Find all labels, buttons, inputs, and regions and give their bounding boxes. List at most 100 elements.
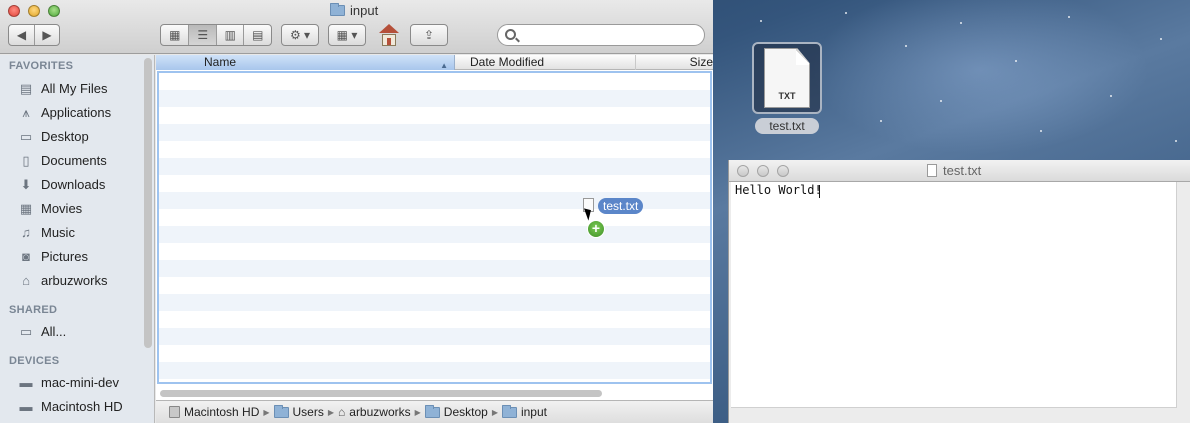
sidebar-item-label: arbuzworks	[41, 272, 108, 288]
home-icon: ⌂	[22, 272, 30, 288]
back-button[interactable]: ◀	[9, 25, 34, 45]
column-header-name[interactable]: Name ▲	[156, 55, 455, 70]
desktop-file-icon[interactable]: TXT test.txt	[752, 42, 822, 134]
column-header-date-modified[interactable]: Date Modified	[456, 55, 636, 70]
disk-icon: ▬	[19, 374, 33, 390]
list-view-button[interactable]: ☰	[188, 25, 216, 45]
path-item-label: arbuzworks	[349, 405, 411, 419]
sidebar-item-label: Movies	[41, 200, 83, 216]
path-item-users[interactable]: Users	[273, 404, 324, 419]
desktop-file-label: test.txt	[755, 118, 819, 134]
action-menu-button[interactable]: ⚙ ▾	[281, 24, 319, 46]
file-list-drop-target[interactable]	[157, 71, 712, 384]
movies-icon: ▦	[19, 200, 33, 216]
sidebar-heading-devices: DEVICES	[9, 355, 60, 367]
sidebar-scrollbar[interactable]	[144, 58, 152, 348]
minimize-button[interactable]	[28, 5, 40, 17]
folder-icon	[424, 404, 440, 418]
sidebar-item-arbuzworks[interactable]: ⌂ arbuzworks	[0, 269, 145, 291]
hard-drive-icon: ▬	[19, 398, 33, 414]
path-item-input[interactable]: input	[501, 404, 547, 419]
folder-icon	[501, 404, 517, 418]
drag-file-label: test.txt	[598, 198, 644, 214]
arrange-icon: ▦ ▾	[336, 28, 358, 42]
sidebar-item-movies[interactable]: ▦ Movies	[0, 197, 145, 219]
path-item-macintosh-hd[interactable]: Macintosh HD	[169, 405, 259, 419]
file-list-area: Name ▲ Date Modified Size Macintosh HD ▶…	[156, 55, 713, 423]
zoom-button[interactable]	[48, 5, 60, 17]
columns-icon: ▥	[224, 28, 236, 42]
chevron-right-icon: ▶	[263, 407, 270, 417]
sidebar-item-mac-mini-dev[interactable]: ▬ mac-mini-dev	[0, 371, 145, 393]
text-caret	[819, 185, 820, 198]
sidebar-item-label: Pictures	[41, 248, 88, 264]
arrange-menu-button[interactable]: ▦ ▾	[328, 24, 366, 46]
sidebar-item-all-my-files[interactable]: ▤ All My Files	[0, 77, 145, 99]
close-button[interactable]	[8, 5, 20, 17]
sidebar-item-shared-all[interactable]: ▭ All...	[0, 320, 145, 342]
window-title: input	[330, 3, 378, 18]
search-icon	[505, 29, 516, 40]
path-item-label: Desktop	[443, 405, 488, 419]
sidebar-item-label: Applications	[41, 104, 112, 120]
sidebar-item-label: Documents	[41, 152, 107, 168]
sidebar-item-label: All...	[41, 323, 67, 339]
column-header-size[interactable]: Size	[637, 55, 713, 70]
desktop-icon: ▭	[19, 128, 33, 144]
path-bar: Macintosh HD ▶ Users ▶ ⌂ arbuzworks ▶ De…	[156, 400, 713, 423]
column-header-date-label: Date Modified	[470, 55, 545, 69]
finder-sidebar: FAVORITES ▤ All My Files ⩚ Applications …	[0, 55, 155, 423]
sidebar-item-music[interactable]: ♫ Music	[0, 221, 145, 243]
pictures-icon: ◙	[22, 248, 30, 264]
share-button[interactable]: ⇪	[410, 24, 448, 46]
textedit-title: test.txt	[927, 163, 981, 178]
chevron-right-icon: ▶	[414, 407, 421, 417]
path-item-label: Macintosh HD	[184, 405, 260, 419]
textedit-window: test.txt Hello World!	[728, 160, 1190, 423]
back-forward-control: ◀ ▶	[8, 24, 60, 46]
list-icon: ☰	[197, 28, 209, 42]
horizontal-scrollbar[interactable]	[160, 390, 602, 397]
window-title-label: input	[350, 3, 379, 18]
forward-button[interactable]: ▶	[33, 25, 59, 45]
music-icon: ♫	[21, 224, 31, 240]
minimize-button[interactable]	[757, 165, 769, 177]
sidebar-heading-favorites: FAVORITES	[9, 60, 74, 72]
cover-flow-icon: ▤	[252, 28, 264, 42]
sidebar-item-desktop[interactable]: ▭ Desktop	[0, 125, 145, 147]
sidebar-item-pictures[interactable]: ◙ Pictures	[0, 245, 145, 267]
home-icon	[382, 34, 396, 46]
search-input[interactable]	[522, 27, 698, 43]
sidebar-item-downloads[interactable]: ⬇ Downloads	[0, 173, 145, 195]
home-icon: ⌂	[338, 405, 346, 419]
path-item-arbuzworks[interactable]: ⌂ arbuzworks	[338, 405, 411, 419]
sidebar-item-macintosh-hd[interactable]: ▬ Macintosh HD	[0, 395, 145, 417]
sidebar-item-label: Macintosh HD	[41, 398, 123, 414]
cover-flow-button[interactable]: ▤	[243, 25, 271, 45]
column-view-button[interactable]: ▥	[215, 25, 244, 45]
applications-icon: ⩚	[22, 104, 30, 120]
sidebar-item-label: All My Files	[41, 80, 108, 96]
search-field[interactable]	[497, 24, 705, 46]
path-item-desktop[interactable]: Desktop	[424, 404, 488, 419]
sidebar-item-documents[interactable]: ▯ Documents	[0, 149, 145, 171]
textedit-title-label: test.txt	[943, 163, 982, 178]
file-type-label: TXT	[778, 91, 796, 101]
sidebar-item-label: mac-mini-dev	[41, 374, 120, 390]
document-text: Hello World!	[735, 183, 822, 197]
close-button[interactable]	[737, 165, 749, 177]
back-arrow-icon: ◀	[16, 28, 27, 42]
chevron-right-icon: ▶	[491, 407, 498, 417]
zoom-button[interactable]	[777, 165, 789, 177]
txt-file-icon: TXT	[752, 42, 822, 114]
sidebar-item-applications[interactable]: ⩚ Applications	[0, 101, 145, 123]
text-editor-area[interactable]: Hello World!	[731, 182, 1177, 408]
finder-toolbar: input ◀ ▶ ▦ ☰ ▥ ▤ ⚙ ▾ ▦ ▾ ⇪	[0, 0, 713, 54]
folder-icon	[273, 404, 289, 418]
path-item-label: Users	[292, 405, 324, 419]
home-toolbar-button[interactable]	[378, 24, 400, 46]
sidebar-heading-shared: SHARED	[9, 304, 58, 316]
icon-view-button[interactable]: ▦	[161, 25, 188, 45]
gear-icon: ⚙ ▾	[289, 28, 311, 42]
column-header-size-label: Size	[689, 55, 713, 69]
